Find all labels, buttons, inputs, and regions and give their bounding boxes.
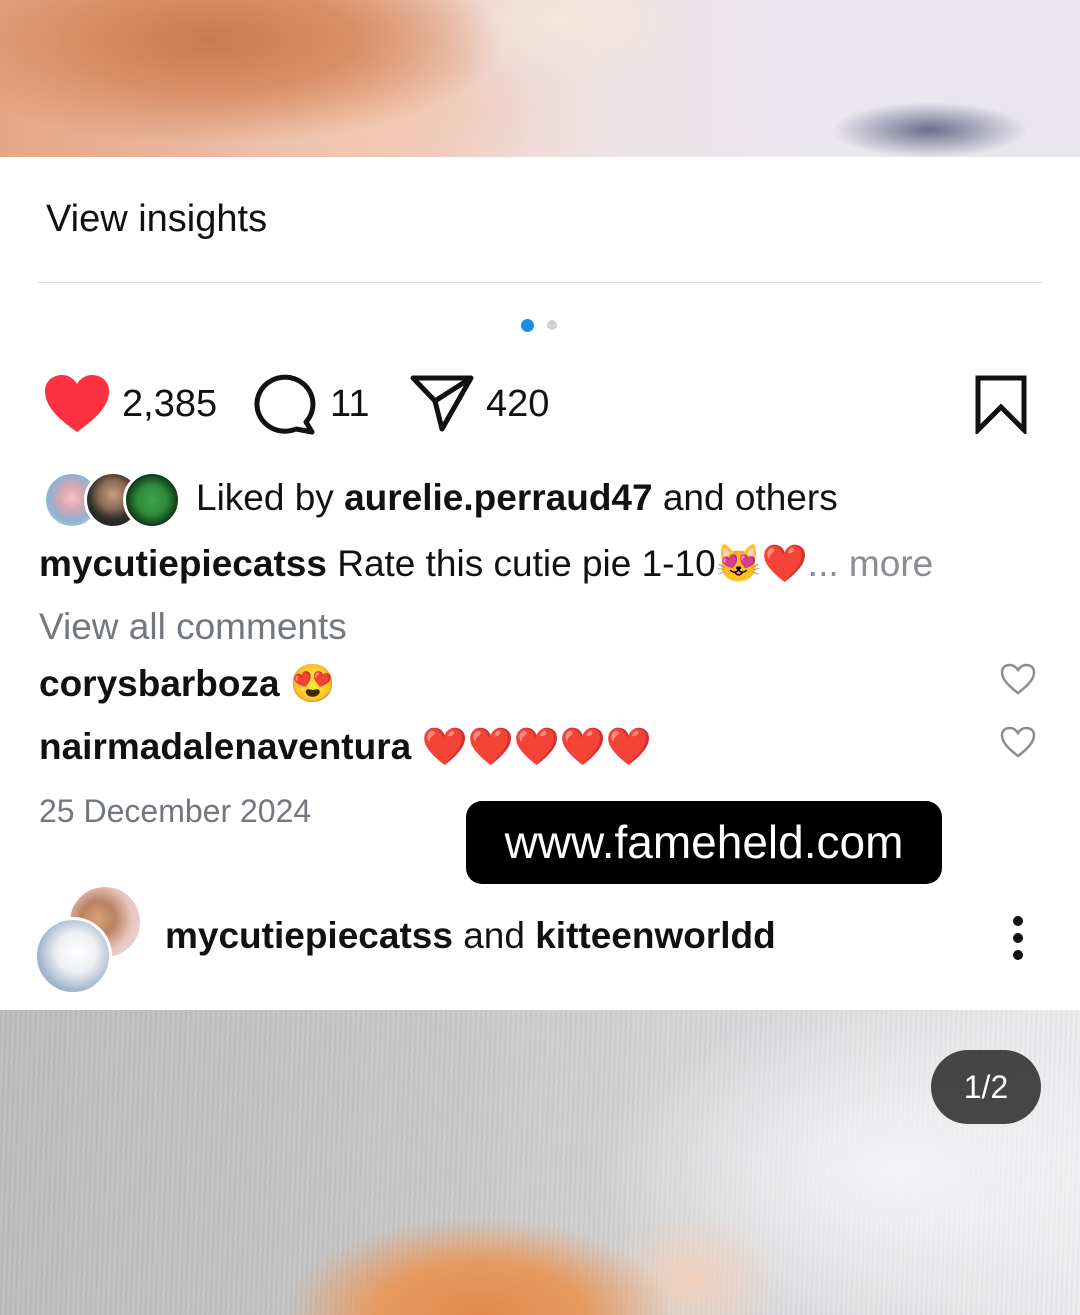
comment-item: nairmadalenaventura ❤️❤️❤️❤️❤️ [39, 726, 652, 769]
caption-username[interactable]: mycutiepiecatss [39, 543, 327, 584]
like-button[interactable] [44, 374, 110, 434]
post-date: 25 December 2024 [39, 793, 312, 829]
author-avatar[interactable] [34, 917, 112, 995]
carousel-counter: 1/2 [931, 1050, 1041, 1124]
post-image[interactable] [0, 1010, 1080, 1315]
carousel-dot-active [521, 319, 534, 332]
watermark-banner: www.fameheld.com [466, 801, 942, 884]
liked-by-prefix: Liked by [196, 477, 334, 518]
view-all-comments-link[interactable]: View all comments [39, 606, 347, 648]
share-button[interactable] [410, 374, 474, 432]
caption: mycutiepiecatss Rate this cutie pie 1-10… [39, 543, 933, 586]
comment-like-button[interactable] [1000, 663, 1036, 695]
view-insights-link[interactable]: View insights [46, 198, 267, 241]
more-vertical-icon [1013, 916, 1023, 960]
comment-item: corysbarboza 😍 [39, 663, 336, 706]
comment-count[interactable]: 11 [330, 383, 369, 426]
caption-more-link[interactable]: ... more [808, 543, 933, 584]
comment-button[interactable] [254, 372, 318, 436]
authors-joiner: and [463, 915, 525, 956]
divider [38, 282, 1042, 283]
liked-by-text[interactable]: Liked by aurelie.perraud47 and others [196, 477, 838, 519]
caption-text: Rate this cutie pie 1-10😻❤️ [337, 543, 808, 584]
liked-by-username[interactable]: aurelie.perraud47 [344, 477, 652, 518]
author-username[interactable]: mycutiepiecatss [165, 915, 453, 956]
comment-like-button[interactable] [1000, 726, 1036, 758]
send-paper-plane-icon [410, 375, 474, 432]
share-count[interactable]: 420 [486, 383, 549, 426]
carousel-dot [547, 320, 557, 330]
comment-text: 😍 [289, 663, 336, 704]
post-options-button[interactable] [1004, 914, 1032, 962]
comment-bubble-icon [254, 374, 316, 435]
comment-username[interactable]: corysbarboza [39, 663, 280, 704]
heart-outline-icon [1000, 726, 1036, 758]
heart-filled-icon [45, 375, 109, 432]
liked-by-suffix: and others [662, 477, 838, 518]
comment-text: ❤️❤️❤️❤️❤️ [421, 726, 652, 767]
bookmark-icon [975, 375, 1027, 437]
post-authors: mycutiepiecatss and kitteenworldd [165, 915, 776, 957]
like-count[interactable]: 2,385 [122, 383, 217, 426]
author-username[interactable]: kitteenworldd [535, 915, 776, 956]
comment-username[interactable]: nairmadalenaventura [39, 726, 411, 767]
liker-avatar[interactable] [123, 471, 181, 529]
previous-post-image[interactable] [0, 0, 1080, 157]
heart-outline-icon [1000, 663, 1036, 695]
save-button[interactable] [974, 374, 1028, 437]
